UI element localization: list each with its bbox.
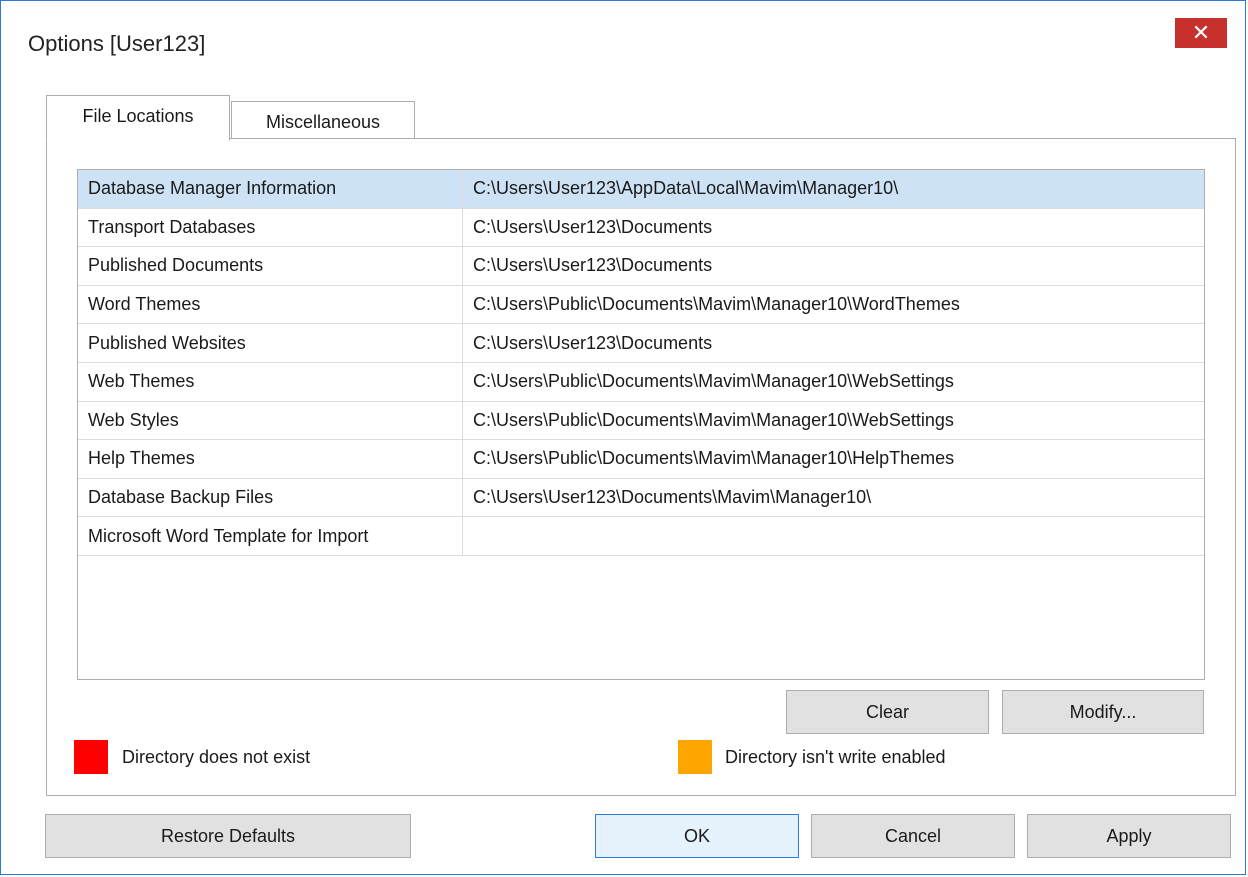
location-path: C:\Users\Public\Documents\Mavim\Manager1…: [473, 448, 955, 469]
location-path: C:\Users\Public\Documents\Mavim\Manager1…: [473, 294, 960, 315]
tab-miscellaneous[interactable]: Miscellaneous: [231, 101, 415, 139]
file-locations-grid[interactable]: Database Manager Information C:\Users\Us…: [77, 169, 1205, 680]
close-icon: ✕: [1191, 20, 1211, 45]
dialog-title: Options [User123]: [28, 31, 206, 56]
apply-button[interactable]: Apply: [1027, 814, 1231, 858]
table-row[interactable]: Web Styles C:\Users\Public\Documents\Mav…: [78, 401, 1204, 441]
table-row[interactable]: Published Documents C:\Users\User123\Doc…: [78, 247, 1204, 286]
location-path: [463, 517, 1204, 555]
readonly-directory-label: Directory isn't write enabled: [725, 747, 946, 767]
restore-defaults-button[interactable]: Restore Defaults: [45, 814, 411, 858]
location-path: C:\Users\Public\Documents\Mavim\Manager1…: [473, 409, 954, 430]
location-path: C:\Users\Public\Documents\Mavim\Manager1…: [473, 371, 954, 392]
table-row[interactable]: Microsoft Word Template for Import: [78, 517, 1204, 556]
location-name: Database Manager Information: [78, 170, 463, 208]
location-path: C:\Users\User123\Documents\Mavim\Manager…: [473, 487, 872, 508]
readonly-directory-swatch: [678, 740, 712, 774]
location-name: Web Styles: [78, 401, 463, 440]
options-dialog: Options [User123] ✕ File Locations Misce…: [0, 0, 1246, 875]
ok-button[interactable]: OK: [595, 814, 799, 858]
location-name: Database Backup Files: [78, 478, 463, 517]
location-name: Web Themes: [78, 362, 463, 401]
location-path: C:\Users\User123\Documents: [473, 332, 713, 353]
location-path: C:\Users\User123\Documents: [473, 255, 713, 276]
location-name: Word Themes: [78, 285, 463, 324]
location-name: Transport Databases: [78, 208, 463, 247]
cancel-button[interactable]: Cancel: [811, 814, 1015, 858]
clear-button[interactable]: Clear: [786, 690, 989, 734]
missing-directory-swatch: [74, 740, 108, 774]
table-row[interactable]: Database Manager Information C:\Users\Us…: [78, 170, 1204, 209]
modify-button[interactable]: Modify...: [1002, 690, 1204, 734]
missing-directory-label: Directory does not exist: [122, 747, 311, 767]
table-row[interactable]: Web Themes C:\Users\Public\Documents\Mav…: [78, 362, 1204, 402]
close-button[interactable]: ✕: [1175, 18, 1227, 48]
location-path: C:\Users\User123\Documents: [473, 216, 713, 237]
location-path: C:\Users\User123\AppData\Local\Mavim\Man…: [473, 178, 899, 199]
location-name: Published Documents: [78, 247, 463, 285]
table-row[interactable]: Database Backup Files C:\Users\User123\D…: [78, 478, 1204, 518]
table-row[interactable]: Published Websites C:\Users\User123\Docu…: [78, 324, 1204, 363]
location-name: Published Websites: [78, 324, 463, 362]
table-row[interactable]: Help Themes C:\Users\Public\Documents\Ma…: [78, 440, 1204, 479]
table-row[interactable]: Transport Databases C:\Users\User123\Doc…: [78, 208, 1204, 248]
location-name: Microsoft Word Template for Import: [78, 517, 463, 555]
table-row[interactable]: Word Themes C:\Users\Public\Documents\Ma…: [78, 285, 1204, 325]
location-name: Help Themes: [78, 440, 463, 478]
tab-file-locations[interactable]: File Locations: [46, 95, 230, 141]
